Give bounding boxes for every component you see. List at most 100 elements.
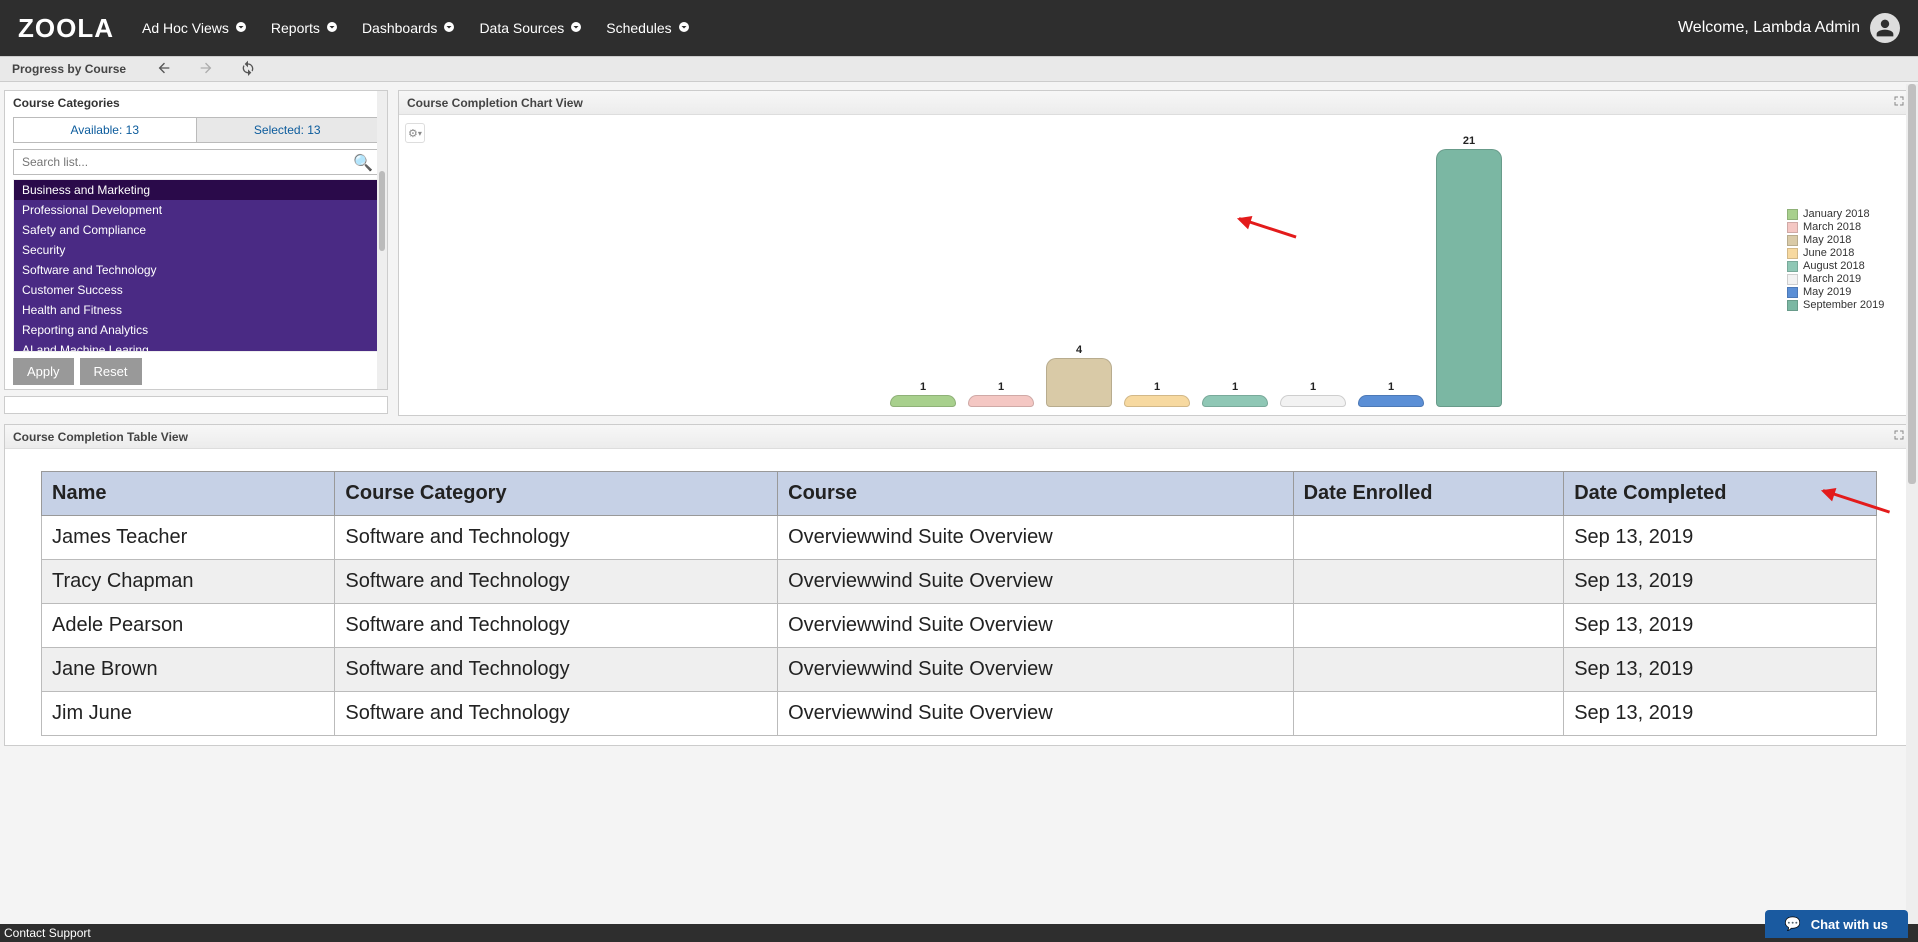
chart-panel-title: Course Completion Chart View [407, 96, 583, 110]
chevron-down-icon [443, 20, 455, 36]
column-header[interactable]: Date Enrolled [1293, 472, 1564, 516]
reset-button[interactable]: Reset [80, 358, 142, 385]
bar-value-label: 1 [1154, 381, 1160, 393]
chart-legend: January 2018March 2018May 2018June 2018A… [1787, 207, 1907, 312]
filter-item[interactable]: Professional Development [14, 200, 378, 220]
bar-value-label: 4 [1076, 344, 1082, 356]
chart-bar[interactable]: 1 [1202, 381, 1268, 407]
table-row[interactable]: Tracy ChapmanSoftware and TechnologyOver… [42, 560, 1877, 604]
apply-button[interactable]: Apply [13, 358, 74, 385]
table-cell: Software and Technology [335, 516, 778, 560]
tab-selected[interactable]: Selected: 13 [197, 118, 379, 142]
table-cell: Software and Technology [335, 648, 778, 692]
table-cell: Software and Technology [335, 692, 778, 736]
table-cell [1293, 648, 1564, 692]
table-cell: Overviewwind Suite Overview [778, 516, 1293, 560]
contact-support-link[interactable]: Contact Support [4, 926, 91, 940]
chart-bar[interactable]: 1 [890, 381, 956, 407]
filter-item[interactable]: Security [14, 240, 378, 260]
table-cell: Overviewwind Suite Overview [778, 604, 1293, 648]
table-cell [1293, 604, 1564, 648]
table-cell: Sep 13, 2019 [1564, 692, 1877, 736]
chat-widget-label: Chat with us [1811, 917, 1888, 932]
table-cell [1293, 560, 1564, 604]
table-panel: Course Completion Table View NameCourse … [4, 424, 1914, 746]
chevron-down-icon [235, 20, 247, 36]
menu-dashboards[interactable]: Dashboards [362, 20, 456, 36]
table-panel-title: Course Completion Table View [13, 430, 188, 444]
chat-widget-button[interactable]: 💬 Chat with us [1765, 910, 1908, 938]
filter-panel: Course Categories Available: 13 Selected… [4, 90, 388, 390]
legend-swatch-icon [1787, 274, 1798, 285]
top-navbar: ZOOLA Ad Hoc Views Reports Dashboards Data … [0, 0, 1918, 56]
table-row[interactable]: Adele PearsonSoftware and TechnologyOver… [42, 604, 1877, 648]
table-row[interactable]: Jim JuneSoftware and TechnologyOvervieww… [42, 692, 1877, 736]
table-cell: Overviewwind Suite Overview [778, 560, 1293, 604]
undo-back-icon[interactable] [156, 60, 172, 79]
tab-available[interactable]: Available: 13 [14, 118, 197, 142]
table-cell: Overviewwind Suite Overview [778, 648, 1293, 692]
filter-search-input[interactable] [13, 149, 379, 175]
table-cell: Software and Technology [335, 604, 778, 648]
expand-icon[interactable] [1893, 95, 1905, 110]
chart-bar[interactable]: 4 [1046, 344, 1112, 407]
filter-item[interactable]: Reporting and Analytics [14, 320, 378, 340]
filter-scrollbar[interactable] [377, 91, 387, 389]
bar-value-label: 21 [1463, 135, 1475, 147]
legend-swatch-icon [1787, 209, 1798, 220]
chevron-down-icon [570, 20, 582, 36]
legend-item: May 2019 [1787, 286, 1907, 298]
reset-undo-all-icon[interactable] [240, 60, 256, 79]
bar-value-label: 1 [998, 381, 1004, 393]
legend-item: March 2018 [1787, 221, 1907, 233]
report-title: Progress by Course [12, 62, 126, 76]
table-cell: Sep 13, 2019 [1564, 604, 1877, 648]
legend-swatch-icon [1787, 248, 1798, 259]
chart-bar[interactable]: 1 [968, 381, 1034, 407]
filter-item[interactable]: Software and Technology [14, 260, 378, 280]
chart-bar[interactable]: 1 [1358, 381, 1424, 407]
table-cell: Overviewwind Suite Overview [778, 692, 1293, 736]
chart-bar[interactable]: 21 [1436, 135, 1502, 407]
column-header[interactable]: Name [42, 472, 335, 516]
legend-swatch-icon [1787, 300, 1798, 311]
table-cell: Sep 13, 2019 [1564, 516, 1877, 560]
page-scrollbar[interactable] [1906, 84, 1918, 924]
filter-item[interactable]: AI and Machine Learing [14, 340, 378, 352]
column-header[interactable]: Course [778, 472, 1293, 516]
expand-icon[interactable] [1893, 429, 1905, 444]
table-cell: Jim June [42, 692, 335, 736]
table-cell: Software and Technology [335, 560, 778, 604]
filter-item[interactable]: Business and Marketing [14, 180, 378, 200]
app-logo: ZOOLA [18, 13, 114, 44]
chart-bar[interactable]: 1 [1124, 381, 1190, 407]
menu-ad-hoc-views[interactable]: Ad Hoc Views [142, 20, 247, 36]
legend-item: March 2019 [1787, 273, 1907, 285]
legend-swatch-icon [1787, 261, 1798, 272]
table-cell: James Teacher [42, 516, 335, 560]
table-cell: Jane Brown [42, 648, 335, 692]
table-cell: Sep 13, 2019 [1564, 560, 1877, 604]
column-header[interactable]: Course Category [335, 472, 778, 516]
chart-bar[interactable]: 1 [1280, 381, 1346, 407]
user-avatar-icon[interactable] [1870, 13, 1900, 43]
menu-schedules[interactable]: Schedules [606, 20, 689, 36]
table-cell: Sep 13, 2019 [1564, 648, 1877, 692]
filter-item[interactable]: Safety and Compliance [14, 220, 378, 240]
search-icon[interactable]: 🔍 [353, 153, 373, 173]
table-row[interactable]: James TeacherSoftware and TechnologyOver… [42, 516, 1877, 560]
menu-reports[interactable]: Reports [271, 20, 338, 36]
bar-value-label: 1 [1388, 381, 1394, 393]
filter-item[interactable]: Health and Fitness [14, 300, 378, 320]
table-row[interactable]: Jane BrownSoftware and TechnologyOvervie… [42, 648, 1877, 692]
filter-item[interactable]: Customer Success [14, 280, 378, 300]
legend-item: September 2019 [1787, 299, 1907, 311]
menu-data-sources[interactable]: Data Sources [479, 20, 582, 36]
legend-item: January 2018 [1787, 208, 1907, 220]
chevron-down-icon [326, 20, 338, 36]
chevron-down-icon [678, 20, 690, 36]
redo-forward-icon[interactable] [198, 60, 214, 79]
table-cell [1293, 692, 1564, 736]
bar-value-label: 1 [1310, 381, 1316, 393]
legend-item: August 2018 [1787, 260, 1907, 272]
